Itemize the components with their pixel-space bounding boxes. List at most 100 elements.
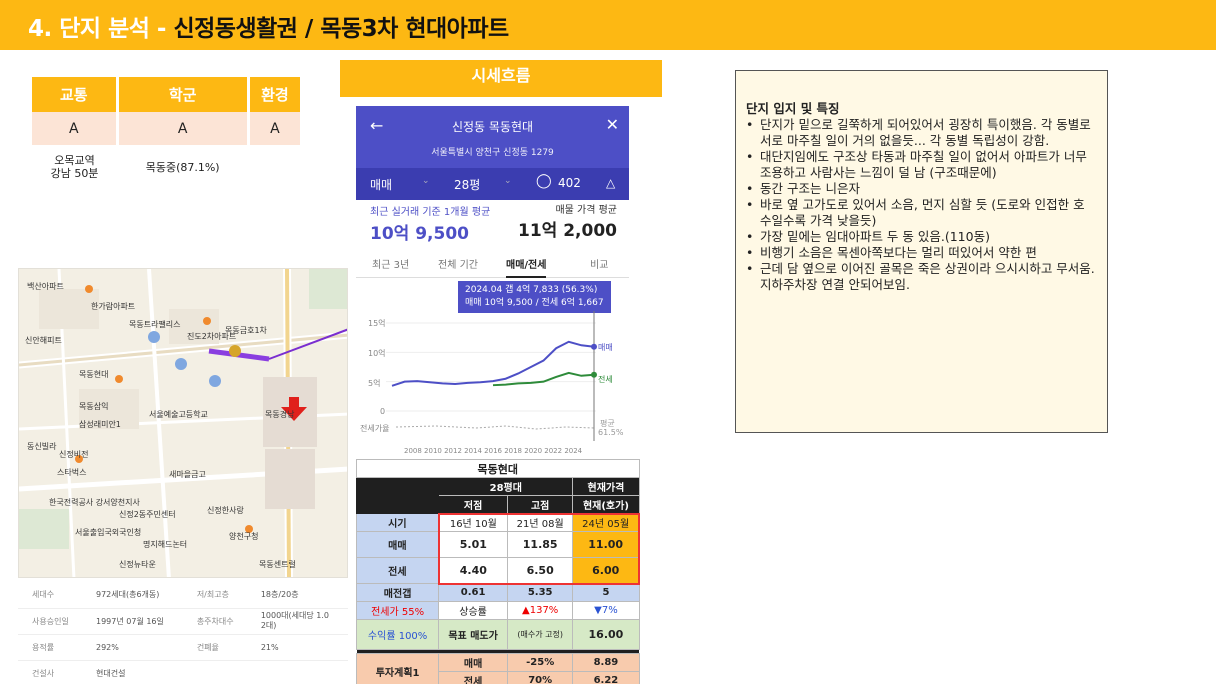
map-label: 목동센트럴 (259, 560, 296, 569)
info-key: 총주차대수 (182, 608, 247, 635)
trend-banner: 시세흐름 (340, 60, 662, 97)
rating-note-environment (248, 145, 300, 189)
tab-compare[interactable]: 비교 (590, 256, 608, 271)
chevron-down-icon: ⌄ (504, 176, 512, 186)
comment-count[interactable]: 402 (558, 176, 581, 190)
map-label: 동신빌라 (27, 442, 57, 451)
row-label: 시기 (355, 513, 440, 532)
tab-sale-jeonse[interactable]: 매매/전세 (506, 256, 547, 278)
rating-note-traffic: 오목교역 강남 50분 (50, 154, 99, 180)
info-key: 건폐율 (182, 634, 247, 661)
cell: (매수가 고정) (506, 619, 574, 650)
price-trend-chart[interactable] (356, 311, 629, 456)
recent-avg-label: 최근 실거래 기준 1개월 평균 (370, 207, 491, 218)
cell: 5.35 (506, 583, 574, 602)
plan-label: 투자계획1 (355, 653, 440, 684)
filter-size[interactable]: 28평 (454, 176, 480, 193)
tooltip-line-2: 매매 10억 9,500 / 전세 6억 1,667 (465, 298, 604, 308)
map-label: 목동트라팰리스 (129, 320, 181, 329)
map-label: 목동경남 (265, 410, 295, 419)
info-value: 18층/20층 (246, 582, 348, 609)
row-label: 매매 (355, 531, 440, 558)
col-low: 저점 (438, 495, 508, 514)
notes-item: 근데 담 옆으로 이어진 골목은 죽은 상권이라 으시시하고 무서움. 지하주차… (746, 261, 1095, 293)
cell: 5.01 (437, 531, 508, 558)
cell: 11.00 (572, 531, 641, 558)
app-title: 신정동 목동현대 (451, 120, 534, 134)
map-label: 서울예술고등학교 (149, 410, 208, 419)
map-label: 양천구청 (229, 532, 259, 541)
col-current: 현재(호가) (572, 495, 640, 514)
notes-item: 동간 구조는 니은자 (746, 181, 1095, 197)
filter-trade-type[interactable]: 매매 (370, 176, 392, 193)
info-value: 현대건설 (82, 660, 183, 684)
info-key: 건설사 (18, 660, 82, 684)
notes-item: 가장 밑에는 임대아파트 두 동 있음.(110동) (746, 229, 1095, 245)
tab-all-period[interactable]: 전체 기간 (438, 256, 478, 271)
map-label: 신안해피트 (25, 336, 62, 345)
info-key: 용적률 (18, 634, 82, 661)
row-label: 전세 (355, 557, 440, 584)
header-bar: 4. 단지 분석 - 신정동생활권 / 목동3차 현대아파트 (0, 0, 1216, 50)
analysis-current-price: 현재가격 (572, 477, 640, 496)
ask-avg-value: 11억 2,000 (518, 221, 617, 241)
app-filter-bar: 매매 ⌄ 28평 ⌄ ◯ 402 △ (356, 168, 629, 200)
info-value: 1000대(세대당 1.0 2대) (246, 608, 348, 635)
series-line-jeonse (492, 371, 595, 387)
info-key: 사용승인일 (18, 608, 82, 635)
app-tabs: 최근 3년 전체 기간 매매/전세 비교 (356, 248, 629, 278)
info-value (246, 660, 348, 684)
cell: -25% (506, 653, 574, 672)
cell: ▲137% (506, 601, 574, 620)
series-end-point (591, 343, 597, 350)
notes-list: 단지가 밑으로 길쭉하게 되어있어서 굉장히 특이했음. 각 동별로 서로 마주… (746, 117, 1095, 293)
rating-grade-environment: A (248, 112, 300, 145)
rating-header-environment: 환경 (248, 77, 300, 112)
notes-box: 단지 입지 및 특징 단지가 밑으로 길쭉하게 되어있어서 굉장히 특이했음. … (735, 70, 1108, 433)
cell: 0.61 (438, 583, 508, 602)
app-header: ← 신정동 목동현대 ✕ 서울특별시 양천구 신정동 1279 매매 ⌄ 28평… (356, 106, 629, 200)
map-label: 신정한사랑 (207, 506, 244, 515)
slide-title: 4. 단지 분석 - 신정동생활권 / 목동3차 현대아파트 (28, 16, 509, 42)
cell: 24년 05월 (572, 512, 641, 532)
cell: 상승률 (438, 601, 508, 620)
tooltip-line-1: 2024.04 갭 4억 7,833 (56.3%) (465, 285, 598, 295)
cell: 목표 매도가 (438, 619, 508, 650)
map-roads (19, 269, 347, 577)
cell: 4.40 (437, 557, 508, 585)
cell: 6.00 (572, 557, 641, 585)
tab-recent-3y[interactable]: 최근 3년 (372, 256, 409, 271)
info-key: 저/최고층 (182, 582, 247, 609)
map-label: 서울출입국외국인청 (75, 528, 142, 537)
rating-grade-traffic: A (32, 112, 119, 145)
cell: 16.00 (572, 619, 640, 650)
notes-item: 비행기 소음은 목센아쪽보다는 멀리 떠있어서 약한 편 (746, 245, 1095, 261)
close-icon[interactable]: ✕ (606, 115, 619, 134)
cell: 21년 08월 (506, 512, 574, 532)
info-value: 972세대(총6개동) (82, 582, 183, 609)
cell: 8.89 (572, 653, 640, 672)
row-label: 매전갭 (355, 583, 440, 602)
info-value: 21% (246, 634, 348, 661)
series-line-sale (391, 340, 595, 387)
cell: 매매 (438, 653, 508, 672)
map-label: 목동삼익 (79, 402, 109, 411)
notes-item: 대단지임에도 구조상 타동과 마주칠 일이 없어서 아파트가 너무 조용하고 사… (746, 149, 1095, 181)
bell-icon[interactable]: △ (606, 176, 615, 190)
map-label: 신정2동주민센터 (119, 510, 176, 519)
recent-avg-value: 10억 9,500 (370, 224, 469, 244)
notes-title: 단지 입지 및 특징 (746, 101, 840, 116)
building-info-table: 세대수 972세대(총6개동) 저/최고층 18층/20층 사용승인일 1997… (18, 582, 348, 684)
rating-table: 교통 학군 환경 A A A 오목교역 강남 50분 목동중(87.1%) (32, 77, 300, 189)
analysis-size: 28평대 (438, 477, 574, 496)
cell: 6.22 (572, 671, 640, 684)
cell: ▼7% (572, 601, 640, 620)
info-key (182, 660, 247, 684)
col-high: 고점 (506, 495, 574, 514)
cell: 16년 10월 (437, 512, 508, 532)
row-label: 전세가 55% (355, 601, 440, 620)
location-map[interactable]: 백산아파트 한가람아파트 목동트라팰리스 진도2차아파트 목동금호1차 신안해피… (18, 268, 348, 578)
cell: 70% (506, 671, 574, 684)
ratio-line (395, 425, 595, 430)
map-label: 백산아파트 (27, 282, 64, 291)
